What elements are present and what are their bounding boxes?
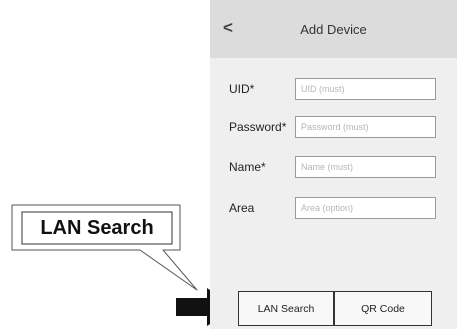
password-row: Password* [210, 116, 457, 140]
name-row: Name* [210, 156, 457, 180]
callout-bubble [11, 204, 198, 291]
callout-inner-box [21, 211, 173, 245]
callout-graphic [11, 204, 236, 326]
area-row: Area [210, 197, 457, 221]
area-label: Area [229, 201, 255, 215]
lan-search-callout: LAN Search [0, 0, 236, 329]
qr-code-button[interactable]: QR Code [334, 291, 432, 326]
arrow-right-icon [176, 288, 236, 326]
lan-search-button[interactable]: LAN Search [238, 291, 334, 326]
page-title: Add Device [300, 22, 367, 37]
callout-label: LAN Search [40, 216, 154, 239]
uid-row: UID* [210, 78, 457, 102]
password-input[interactable] [295, 116, 436, 138]
name-label: Name* [229, 160, 266, 174]
uid-input[interactable] [295, 78, 436, 100]
name-input[interactable] [295, 156, 436, 178]
uid-label: UID* [229, 82, 255, 96]
add-device-screen: < Add Device UID* Password* Name* Area L… [210, 0, 457, 329]
area-input[interactable] [295, 197, 436, 219]
password-label: Password* [229, 120, 287, 134]
nav-bar: < Add Device [210, 0, 457, 58]
